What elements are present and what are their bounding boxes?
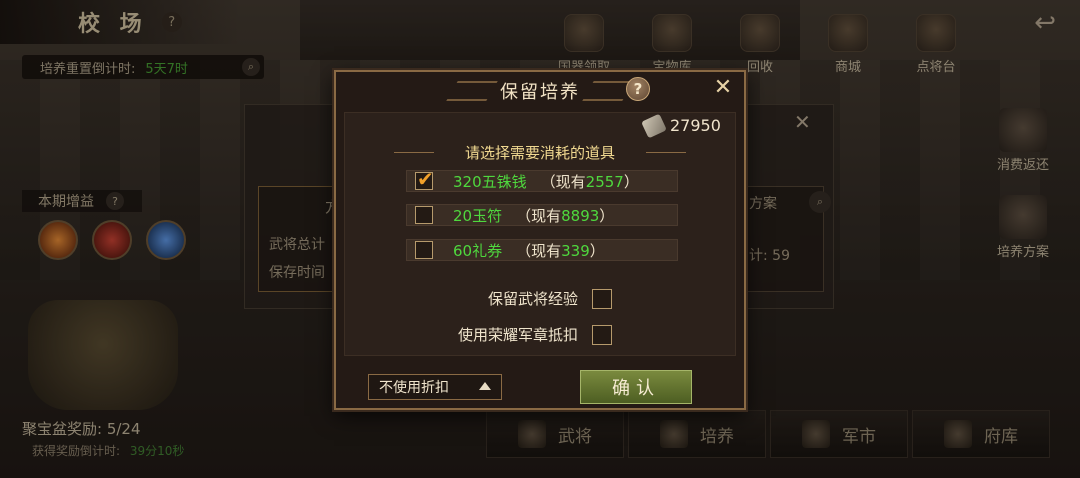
option-owned: （现有2557） <box>541 171 639 192</box>
owned-count: 339 <box>561 241 590 260</box>
item-option-voucher[interactable]: 60礼券 （现有339） <box>406 239 678 261</box>
discount-selected: 不使用折扣 <box>379 380 449 396</box>
owned-suffix: ） <box>589 241 605 260</box>
option-name: 60礼券 <box>453 241 503 260</box>
retain-training-dialog: 保留培养 ? ✕ 27950 请选择需要消耗的道具 ✔ 320五铢钱 （现有25… <box>334 70 746 410</box>
use-medal-toggle[interactable]: 使用荣耀军章抵扣 <box>458 324 612 345</box>
checkbox[interactable] <box>415 206 433 224</box>
checkbox[interactable] <box>592 288 612 309</box>
checkbox[interactable] <box>592 324 612 345</box>
help-button[interactable]: ? <box>626 77 650 101</box>
owned-prefix: （现有 <box>516 241 562 260</box>
discount-dropdown[interactable]: 不使用折扣 <box>368 374 502 400</box>
toggle-label: 保留武将经验 <box>487 290 578 308</box>
owned-prefix: （现有 <box>540 172 586 191</box>
option-owned: （现有339） <box>516 240 605 261</box>
owned-prefix: （现有 <box>516 206 562 225</box>
confirm-button[interactable]: 确认 <box>580 370 692 404</box>
divider <box>646 152 686 153</box>
owned-count: 2557 <box>585 172 624 191</box>
currency-value: 27950 <box>670 116 721 135</box>
checkbox[interactable] <box>415 241 433 259</box>
option-name: 320五铢钱 <box>453 172 527 191</box>
checkbox[interactable]: ✔ <box>415 167 434 191</box>
owned-count: 8893 <box>561 206 600 225</box>
toggle-label: 使用荣耀军章抵扣 <box>457 326 578 344</box>
title-ornament-left <box>446 81 498 101</box>
dialog-header: 保留培养 <box>336 72 744 110</box>
caret-up-icon <box>479 382 491 390</box>
currency-display: 27950 <box>641 113 721 138</box>
item-option-coin[interactable]: ✔ 320五铢钱 （现有2557） <box>406 167 678 192</box>
option-name: 20玉符 <box>453 206 503 225</box>
retain-exp-toggle[interactable]: 保留武将经验 <box>488 288 612 309</box>
checkmark-icon: ✔ <box>417 167 434 191</box>
close-button[interactable]: ✕ <box>712 77 734 99</box>
item-option-jade[interactable]: 20玉符 （现有8893） <box>406 204 678 226</box>
owned-suffix: ） <box>623 172 639 191</box>
option-owned: （现有8893） <box>516 205 614 226</box>
owned-suffix: ） <box>599 206 615 225</box>
coin-scroll-icon <box>641 113 667 138</box>
dialog-title: 保留培养 <box>500 82 580 103</box>
